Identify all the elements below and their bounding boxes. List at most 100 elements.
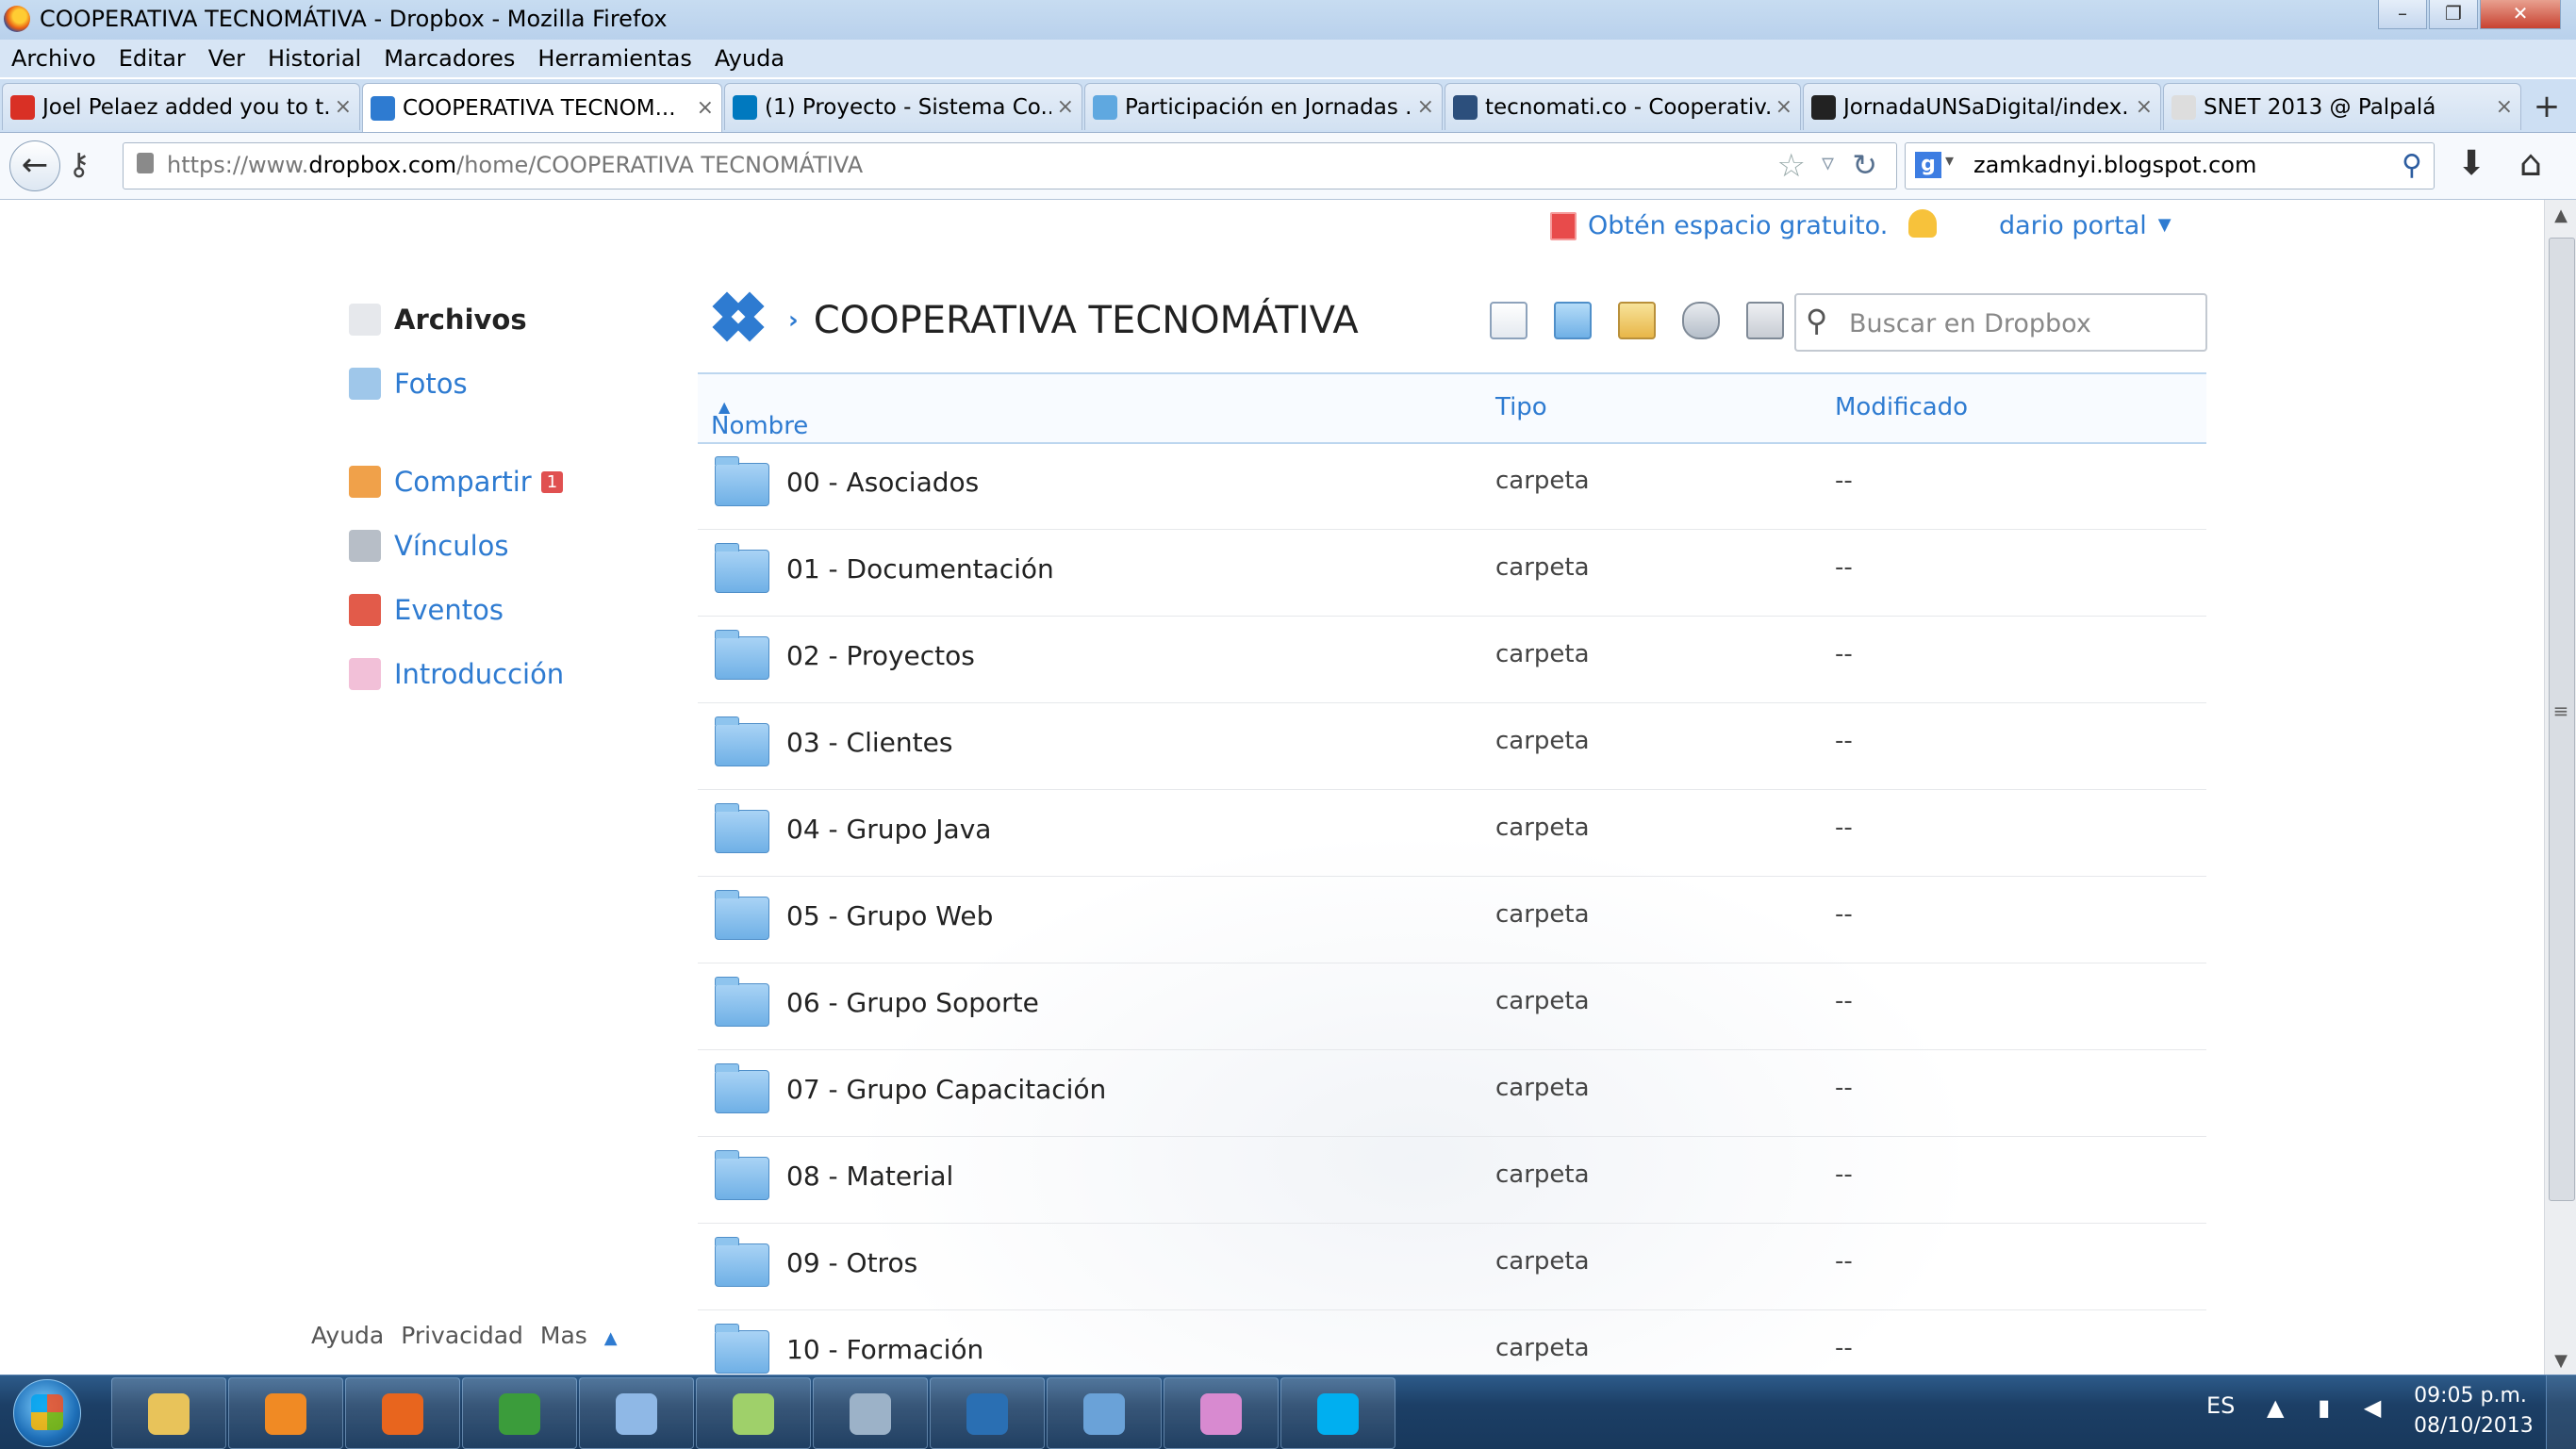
page-scrollbar[interactable]: ▲ ≡ ▼ — [2544, 200, 2576, 1375]
scroll-down-arrow-icon[interactable]: ▼ — [2545, 1351, 2576, 1371]
folder-icon[interactable] — [715, 630, 769, 680]
folder-name[interactable]: 05 - Grupo Web — [786, 900, 993, 931]
tab-3[interactable]: (1) Proyecto - Sistema Co... × — [724, 83, 1082, 130]
close-window-button[interactable]: ✕ — [2480, 0, 2561, 29]
notifications-bell-icon[interactable] — [1908, 209, 1937, 238]
table-row[interactable]: 00 - Asociados carpeta -- — [698, 442, 2206, 530]
tab-close-icon[interactable]: × — [335, 95, 352, 119]
taskbar-app-skype[interactable] — [1280, 1377, 1395, 1449]
engine-dropdown-icon[interactable]: ▾ — [1945, 151, 1954, 171]
table-row[interactable]: 08 - Material carpeta -- — [698, 1136, 2206, 1224]
folder-name[interactable]: 00 - Asociados — [786, 467, 979, 498]
folder-name[interactable]: 01 - Documentación — [786, 553, 1054, 585]
folder-icon[interactable] — [715, 1237, 769, 1287]
site-identity-key-icon[interactable]: ⚷ — [68, 146, 90, 182]
menu-ayuda[interactable]: Ayuda — [715, 45, 784, 72]
tab-4[interactable]: Participación en Jornadas ... × — [1084, 83, 1443, 130]
taskbar-app-notepad-chart[interactable] — [696, 1377, 811, 1449]
taskbar-app-explorer[interactable] — [111, 1377, 226, 1449]
search-icon[interactable]: ⚲ — [2402, 149, 2422, 182]
menu-ver[interactable]: Ver — [208, 45, 245, 72]
minimize-button[interactable]: – — [2378, 0, 2427, 29]
tab-label[interactable]: (1) Proyecto - Sistema Co... — [765, 95, 1051, 120]
tab-7[interactable]: SNET 2013 @ Palpalá × — [2163, 83, 2521, 130]
table-row[interactable]: 06 - Grupo Soporte carpeta -- — [698, 963, 2206, 1050]
taskbar-app-firefox[interactable] — [345, 1377, 460, 1449]
folder-name[interactable]: 09 - Otros — [786, 1247, 917, 1278]
folder-name[interactable]: 07 - Grupo Capacitación — [786, 1074, 1106, 1105]
folder-icon[interactable] — [715, 890, 769, 940]
taskbar-app-virtualbox[interactable] — [579, 1377, 694, 1449]
deleted-files-icon[interactable] — [1746, 302, 1784, 339]
tab-label[interactable]: tecnomati.co - Cooperativ... — [1485, 95, 1770, 120]
sidebar-item-label[interactable]: Compartir — [394, 466, 532, 498]
google-engine-icon[interactable]: g — [1915, 152, 1941, 178]
menu-herramientas[interactable]: Herramientas — [537, 45, 691, 72]
taskbar-app-picture-viewer[interactable] — [1047, 1377, 1162, 1449]
dropbox-logo-icon[interactable] — [709, 291, 768, 347]
tab-close-icon[interactable]: × — [2496, 95, 2513, 119]
tab-label[interactable]: COOPERATIVA TECNOM... — [403, 96, 691, 121]
menu-marcadores[interactable]: Marcadores — [384, 45, 515, 72]
taskbar-app-cat-app[interactable] — [813, 1377, 928, 1449]
sidebar-item-intro[interactable]: Introducción — [349, 658, 564, 690]
taskbar-app-chrome[interactable] — [462, 1377, 577, 1449]
tab-5[interactable]: tecnomati.co - Cooperativ... × — [1445, 83, 1801, 130]
folder-icon[interactable] — [715, 803, 769, 853]
start-button[interactable] — [13, 1379, 81, 1447]
shared-folder-icon[interactable] — [1618, 302, 1656, 339]
tab-2[interactable]: COOPERATIVA TECNOM... × — [362, 83, 722, 132]
sidebar-item-events[interactable]: Eventos — [349, 594, 504, 626]
sidebar-item-label[interactable]: Vínculos — [394, 530, 509, 562]
tab-close-icon[interactable]: × — [697, 96, 714, 120]
menu-editar[interactable]: Editar — [119, 45, 186, 72]
folder-icon[interactable] — [715, 456, 769, 506]
url-text[interactable]: https://www.dropbox.com/home/COOPERATIVA… — [167, 152, 863, 178]
tab-label[interactable]: Joel Pelaez added you to t... — [42, 95, 329, 120]
taskbar-app-paint[interactable] — [1164, 1377, 1279, 1449]
web-search-bar[interactable]: g ▾ zamkadnyi.blogspot.com ⚲ — [1905, 142, 2435, 189]
link-icon[interactable] — [1682, 302, 1720, 339]
url-dropdown-icon[interactable]: ▿ — [1822, 149, 1834, 177]
dropbox-search-field[interactable]: ⚲ Buscar en Dropbox — [1794, 293, 2207, 352]
table-row[interactable]: 04 - Grupo Java carpeta -- — [698, 789, 2206, 877]
taskbar-app-media-player[interactable] — [228, 1377, 343, 1449]
system-tray-icons[interactable]: ▲ ▮ ◀ — [2267, 1394, 2394, 1421]
folder-icon[interactable] — [715, 543, 769, 593]
folder-name[interactable]: 04 - Grupo Java — [786, 814, 991, 845]
address-bar[interactable]: https://www.dropbox.com/home/COOPERATIVA… — [123, 142, 1897, 189]
folder-icon[interactable] — [715, 1150, 769, 1200]
sidebar-item-files[interactable]: Archivos — [349, 304, 527, 336]
scroll-up-arrow-icon[interactable]: ▲ — [2545, 206, 2576, 225]
user-menu[interactable]: dario portal ▼ — [1999, 211, 2171, 240]
footer-more-link[interactable]: Mas — [540, 1322, 587, 1349]
bookmark-star-icon[interactable]: ☆ — [1777, 147, 1806, 185]
tab-close-icon[interactable]: × — [1417, 95, 1434, 119]
folder-icon[interactable] — [715, 1063, 769, 1113]
home-icon[interactable]: ⌂ — [2519, 142, 2542, 184]
folder-name[interactable]: 10 - Formación — [786, 1334, 983, 1365]
sidebar-item-share[interactable]: Compartir 1 — [349, 466, 564, 498]
free-space-link[interactable]: Obtén espacio gratuito. — [1550, 211, 1888, 240]
system-clock[interactable]: 09:05 p.m. 08/10/2013 — [2414, 1381, 2534, 1441]
table-row[interactable]: 01 - Documentación carpeta -- — [698, 529, 2206, 617]
tab-1[interactable]: Joel Pelaez added you to t... × — [2, 83, 360, 130]
sidebar-item-photos[interactable]: Fotos — [349, 368, 468, 400]
column-name-header[interactable]: Nombre ▲ — [711, 393, 808, 440]
tab-label[interactable]: JornadaUNSaDigital/index... — [1843, 95, 2130, 120]
folder-name[interactable]: 08 - Material — [786, 1161, 953, 1192]
promo-label[interactable]: Obtén espacio gratuito. — [1588, 211, 1888, 240]
sidebar-item-label[interactable]: Fotos — [394, 368, 468, 400]
footer-expand-arrow-icon[interactable]: ▲ — [604, 1328, 618, 1348]
new-tab-button[interactable]: + — [2525, 85, 2568, 128]
sidebar-item-links[interactable]: Vínculos — [349, 530, 509, 562]
show-desktop-button[interactable] — [2546, 1375, 2576, 1449]
back-button[interactable]: ← — [9, 140, 60, 191]
tab-6[interactable]: JornadaUNSaDigital/index... × — [1803, 83, 2161, 130]
tab-label[interactable]: SNET 2013 @ Palpalá — [2204, 95, 2490, 120]
upload-icon[interactable] — [1490, 302, 1527, 339]
sort-ascending-icon[interactable]: ▲ — [718, 398, 730, 416]
folder-name[interactable]: 06 - Grupo Soporte — [786, 987, 1039, 1018]
menu-historial[interactable]: Historial — [268, 45, 361, 72]
menu-archivo[interactable]: Archivo — [11, 45, 96, 72]
